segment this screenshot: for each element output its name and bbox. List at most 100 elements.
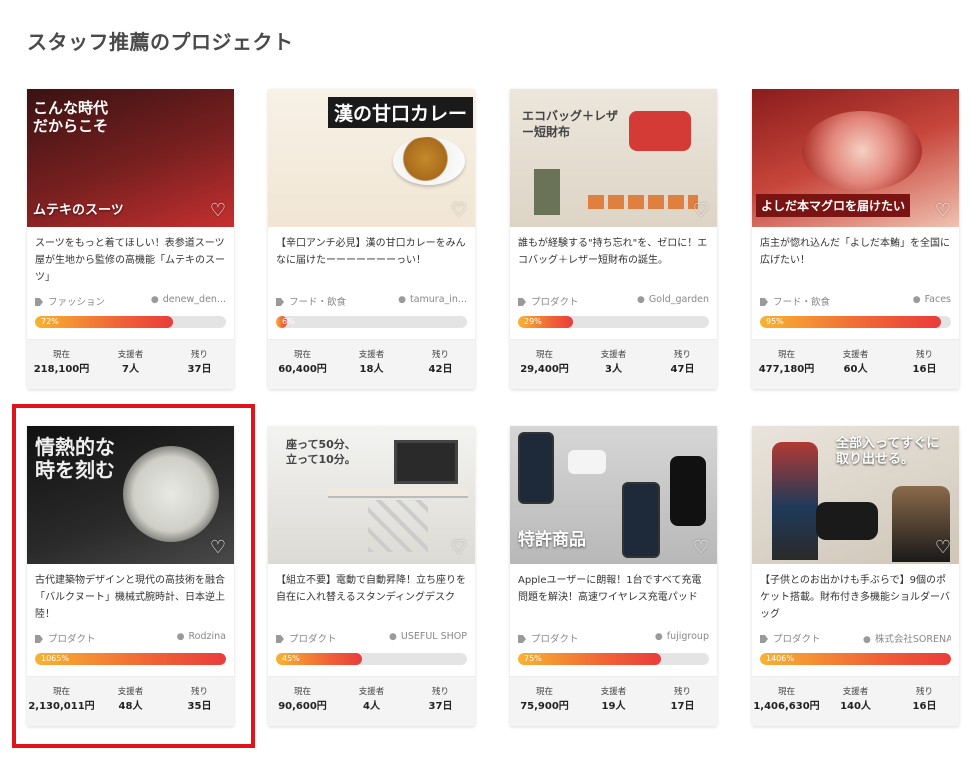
- stat-value: 3人: [605, 364, 622, 375]
- stat-remaining: 残り 16日: [890, 686, 959, 715]
- owner[interactable]: ● tamura_in...: [398, 294, 467, 305]
- stat-current: 現在 60,400円: [268, 349, 337, 378]
- charger-icon: [568, 450, 606, 474]
- project-card[interactable]: よしだ本マグロを届けたい ♡ 店主が惚れ込んだ「よしだ本鮪」を全国に広げたい！ …: [752, 89, 959, 389]
- favorite-heart-icon[interactable]: ♡: [449, 201, 469, 221]
- stat-label: 現在: [777, 350, 795, 360]
- desk-legs-icon: [368, 500, 428, 552]
- stat-value: 218,100円: [33, 364, 90, 375]
- stat-label: 残り: [431, 687, 449, 697]
- project-description[interactable]: 【子供とのお出かけも手ぶらで】9個のポケット搭載。財布付き多機能ショルダーバッグ: [760, 572, 952, 623]
- stat-label: 現在: [535, 687, 553, 697]
- stat-value: 7人: [122, 364, 139, 375]
- stat-remaining: 残り 17日: [648, 686, 717, 715]
- favorite-heart-icon[interactable]: ♡: [691, 538, 711, 558]
- stat-label: 残り: [431, 350, 449, 360]
- project-description[interactable]: 店主が惚れ込んだ「よしだ本鮪」を全国に広げたい！: [760, 235, 952, 269]
- project-card[interactable]: 全部入ってすぐに取り出せる。 ♡ 【子供とのお出かけも手ぶらで】9個のポケット搭…: [752, 426, 959, 726]
- stat-current: 現在 75,900円: [510, 686, 579, 715]
- category[interactable]: フード・飲食: [276, 294, 346, 308]
- tag-icon: [276, 635, 284, 643]
- user-icon: ●: [150, 295, 159, 305]
- stat-label: 現在: [293, 687, 311, 697]
- category-label: プロダクト: [531, 297, 579, 308]
- project-meta: ファッション ● denew_den...: [35, 294, 226, 308]
- stat-value: 29,400円: [520, 364, 569, 375]
- project-thumbnail[interactable]: 特許商品 ♡: [510, 426, 717, 564]
- project-thumbnail[interactable]: 座って50分、立って10分。 ♡: [268, 426, 475, 564]
- tuna-bowl-icon: [802, 111, 922, 191]
- project-description[interactable]: 【組立不要】電動で自動昇降！立ち座りを自在に入れ替えるスタンディングデスク: [276, 572, 468, 606]
- stat-label: 支援者: [600, 687, 627, 697]
- selection-highlight: [12, 404, 255, 748]
- project-thumbnail[interactable]: こんな時代 だからこそ ムテキのスーツ ♡: [27, 89, 234, 227]
- project-meta: フード・飲食 ● tamura_in...: [276, 294, 467, 308]
- stat-label: 支援者: [600, 350, 627, 360]
- category[interactable]: フード・飲食: [760, 294, 830, 308]
- category[interactable]: プロダクト: [518, 294, 579, 308]
- stat-label: 支援者: [117, 350, 144, 360]
- project-thumbnail[interactable]: エコバッグ＋レザー短財布 ♡: [510, 89, 717, 227]
- watch-icon: [670, 456, 706, 526]
- category[interactable]: プロダクト: [276, 631, 337, 645]
- stat-label: 現在: [777, 687, 795, 697]
- category[interactable]: プロダクト: [760, 631, 821, 645]
- project-card[interactable]: エコバッグ＋レザー短財布 ♡ 誰もが経験する"持ち忘れ"を、ゼロに！エコバッグ＋…: [510, 89, 717, 389]
- user-icon: ●: [398, 295, 406, 305]
- owner[interactable]: ● 株式会社SORENA: [863, 631, 951, 645]
- stat-label: 支援者: [842, 687, 869, 697]
- owner[interactable]: ● USEFUL SHOP: [389, 631, 467, 642]
- stat-label: 現在: [52, 350, 70, 360]
- category[interactable]: プロダクト: [518, 631, 579, 645]
- favorite-heart-icon[interactable]: ♡: [449, 538, 469, 558]
- stat-label: 残り: [915, 687, 933, 697]
- stat-value: 60人: [843, 364, 868, 375]
- project-meta: フード・飲食 ● Faces: [760, 294, 951, 308]
- category[interactable]: ファッション: [35, 294, 105, 308]
- favorite-heart-icon[interactable]: ♡: [933, 538, 953, 558]
- owner[interactable]: ● Faces: [913, 294, 951, 305]
- stat-backers: 支援者 19人: [579, 686, 648, 715]
- stat-value: 1,406,630円: [753, 701, 820, 712]
- favorite-heart-icon[interactable]: ♡: [933, 201, 953, 221]
- project-description[interactable]: 【辛口アンチ必見】漢の甘口カレーをみんなに届けたーーーーーーーっい！: [276, 235, 468, 269]
- thumb-caption: 漢の甘口カレー: [328, 97, 474, 128]
- project-thumbnail[interactable]: 漢の甘口カレー ♡: [268, 89, 475, 227]
- project-description[interactable]: Appleユーザーに朗報！1台ですべて充電問題を解決！高速ワイヤレス充電パッド: [518, 572, 710, 606]
- stat-backers: 支援者 18人: [337, 349, 406, 378]
- user-icon: ●: [863, 635, 871, 645]
- project-meta: プロダクト ● fujigroup: [518, 631, 709, 645]
- owner[interactable]: ● denew_den...: [151, 294, 226, 305]
- stat-label: 残り: [915, 350, 933, 360]
- favorite-heart-icon[interactable]: ♡: [691, 201, 711, 221]
- thumb-caption: 全部入ってすぐに取り出せる。: [836, 436, 940, 468]
- person-icon: [772, 442, 818, 560]
- stat-label: 支援者: [358, 350, 385, 360]
- stat-value: 90,600円: [278, 701, 327, 712]
- progress-bar: 1406%: [760, 653, 951, 665]
- project-card[interactable]: 座って50分、立って10分。 ♡ 【組立不要】電動で自動昇降！立ち座りを自在に入…: [268, 426, 475, 726]
- stat-label: 現在: [535, 350, 553, 360]
- project-description[interactable]: 誰もが経験する"持ち忘れ"を、ゼロに！エコバッグ＋レザー短財布の誕生。: [518, 235, 710, 269]
- stat-label: 残り: [673, 687, 691, 697]
- favorite-heart-icon[interactable]: ♡: [208, 201, 228, 221]
- progress-label: 72%: [41, 317, 59, 326]
- user-icon: ●: [654, 632, 663, 642]
- project-card[interactable]: こんな時代 だからこそ ムテキのスーツ ♡ スーツをもっと着てほしい！表参道スーツ…: [27, 89, 234, 389]
- stat-current: 現在 477,180円: [752, 349, 821, 378]
- project-description[interactable]: スーツをもっと着てほしい！表参道スーツ屋が生地から監修の高機能「ムテキのスーツ」: [35, 235, 227, 286]
- stat-value: 477,180円: [758, 364, 815, 375]
- project-card[interactable]: 特許商品 ♡ Appleユーザーに朗報！1台ですべて充電問題を解決！高速ワイヤレ…: [510, 426, 717, 726]
- project-card[interactable]: 漢の甘口カレー ♡ 【辛口アンチ必見】漢の甘口カレーをみんなに届けたーーーーーー…: [268, 89, 475, 389]
- stats: 現在 477,180円 支援者 60人 残り 16日: [752, 339, 959, 389]
- red-wallet-icon: [629, 111, 691, 151]
- project-thumbnail[interactable]: よしだ本マグロを届けたい ♡: [752, 89, 959, 227]
- category-label: プロダクト: [289, 634, 337, 645]
- thumb-caption: 座って50分、立って10分。: [286, 438, 356, 466]
- tag-icon: [276, 298, 284, 306]
- owner[interactable]: ● fujigroup: [655, 631, 709, 642]
- progress-fill: [760, 316, 942, 328]
- thumb-caption: 特許商品: [518, 530, 586, 550]
- project-thumbnail[interactable]: 全部入ってすぐに取り出せる。 ♡: [752, 426, 959, 564]
- owner[interactable]: ● Gold_garden: [637, 294, 709, 305]
